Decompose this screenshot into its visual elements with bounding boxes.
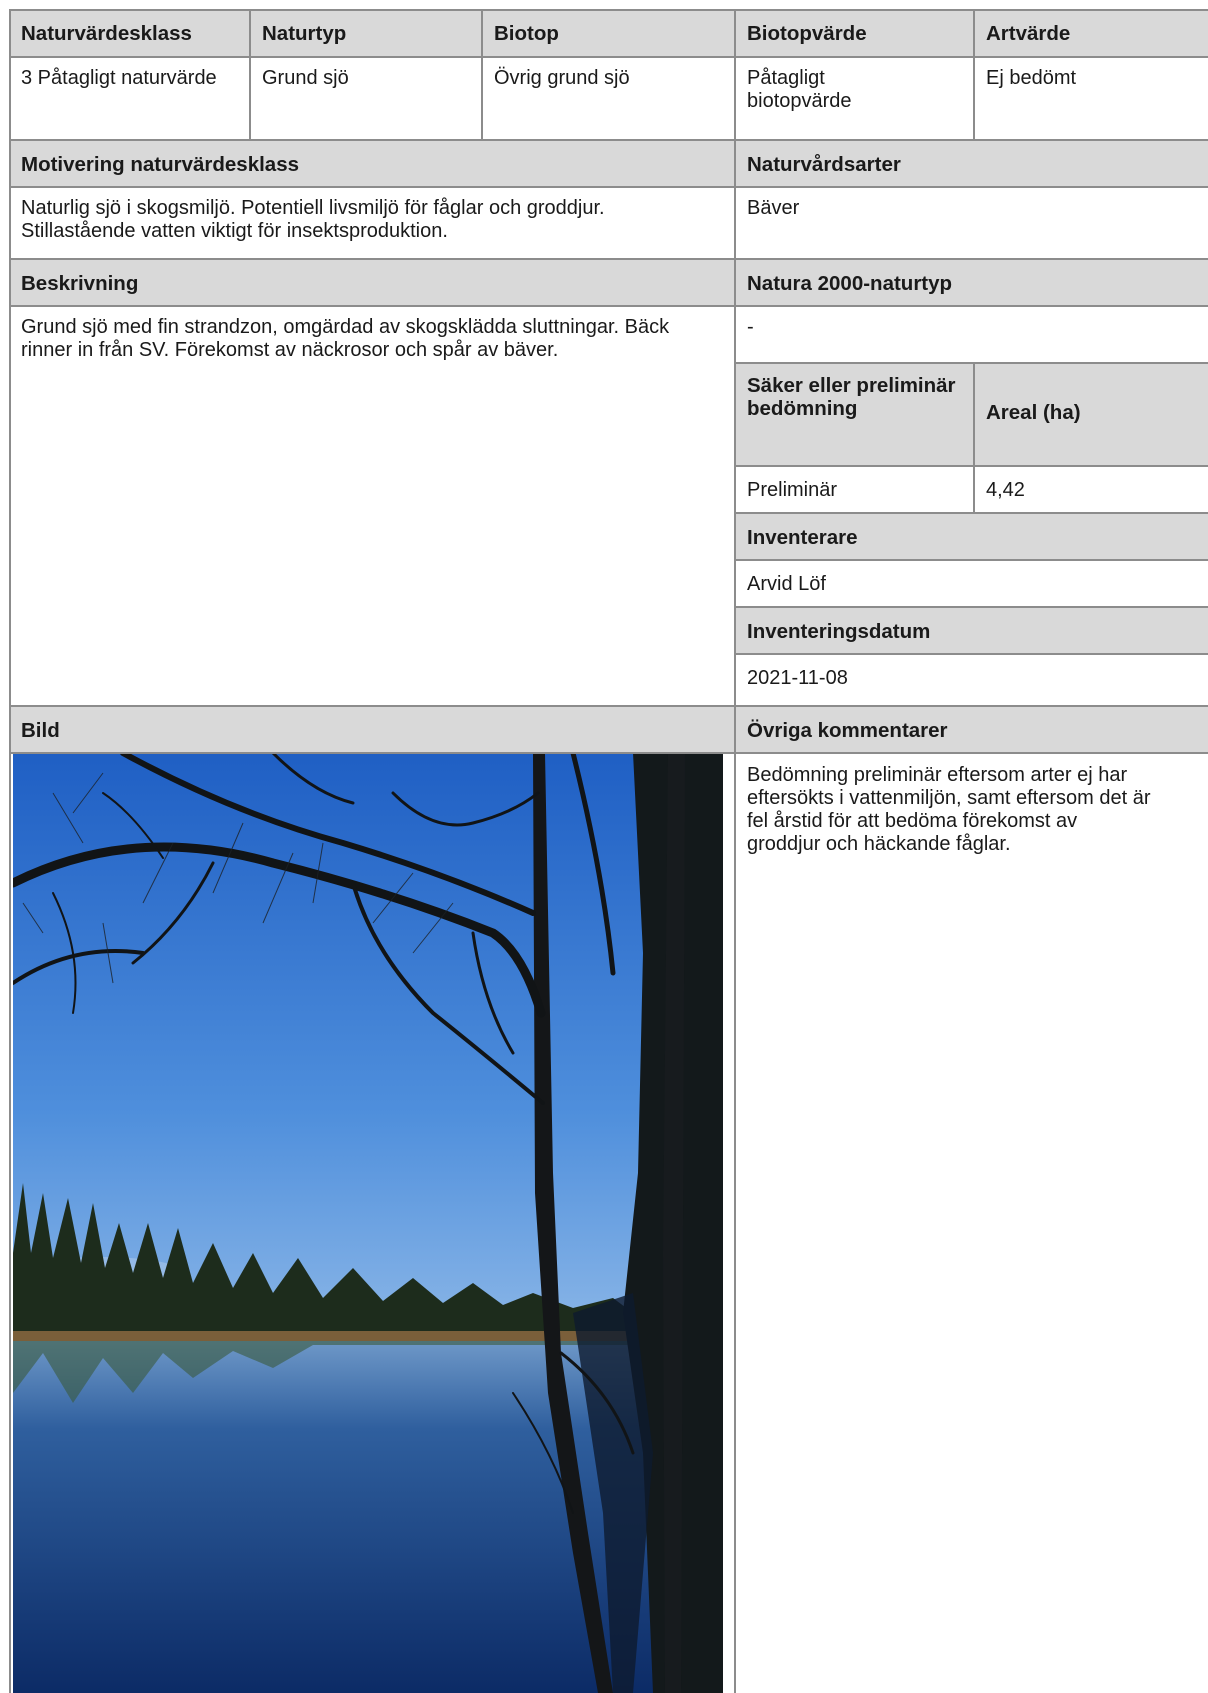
col-divider (734, 9, 736, 1693)
border-top (9, 9, 1208, 11)
kommentarer-text: Bedömning preliminär eftersom arter ej h… (747, 764, 1151, 855)
kommentarer-label: Övriga kommentarer (735, 706, 1208, 753)
value-artvarde: Ej bedömt (986, 67, 1077, 89)
col-divider (973, 9, 975, 140)
bedomning-label: Säker eller preliminär bedömning (735, 363, 974, 466)
lake-photo (13, 753, 723, 1693)
row-divider (735, 653, 1208, 655)
value-biotopvarde: Påtagligt biotopvärde (747, 67, 852, 112)
row-divider (9, 186, 1208, 188)
header-naturvardesklass: Naturvärdesklass (9, 9, 250, 56)
value-naturtyp: Grund sjö (262, 67, 349, 89)
motivering-label: Motivering naturvärdesklass (9, 140, 735, 187)
row-divider (735, 465, 1208, 467)
areal-label: Areal (ha) (974, 363, 1208, 466)
header-artvarde: Artvärde (974, 9, 1208, 56)
inventerare-label: Inventerare (735, 513, 1208, 560)
row-divider (735, 559, 1208, 561)
row-divider (735, 362, 1208, 364)
datum-label: Inventeringsdatum (735, 607, 1208, 654)
naturvardsarter-text: Bäver (747, 197, 800, 219)
row-divider (9, 752, 1208, 754)
natura2000-label: Natura 2000-naturtyp (735, 259, 1208, 306)
bild-label: Bild (9, 706, 735, 753)
value-naturvardesklass: 3 Påtagligt naturvärde (21, 67, 217, 89)
natura2000-text: - (747, 316, 754, 338)
beskrivning-label: Beskrivning (9, 259, 735, 306)
beskrivning-text: Grund sjö med fin strandzon, omgärdad av… (21, 316, 670, 361)
row-divider (9, 305, 1208, 307)
col-divider (249, 9, 251, 140)
header-naturtyp: Naturtyp (250, 9, 482, 56)
areal-value: 4,42 (986, 479, 1025, 501)
datum-value: 2021-11-08 (747, 667, 848, 689)
row-divider (9, 139, 1208, 141)
row-divider (735, 512, 1208, 514)
col-divider (973, 363, 975, 513)
border-left (9, 9, 11, 1693)
row-divider (9, 705, 1208, 707)
inventerare-value: Arvid Löf (747, 573, 826, 595)
row-divider (9, 56, 1208, 58)
motivering-text: Naturlig sjö i skogsmiljö. Potentiell li… (21, 197, 605, 242)
naturvardsarter-label: Naturvårdsarter (735, 140, 1208, 187)
header-biotop: Biotop (482, 9, 735, 56)
row-divider (735, 606, 1208, 608)
bedomning-value: Preliminär (747, 479, 838, 501)
header-biotopvarde: Biotopvärde (735, 9, 974, 56)
row-divider (9, 258, 1208, 260)
col-divider (481, 9, 483, 140)
value-biotop: Övrig grund sjö (494, 67, 630, 89)
